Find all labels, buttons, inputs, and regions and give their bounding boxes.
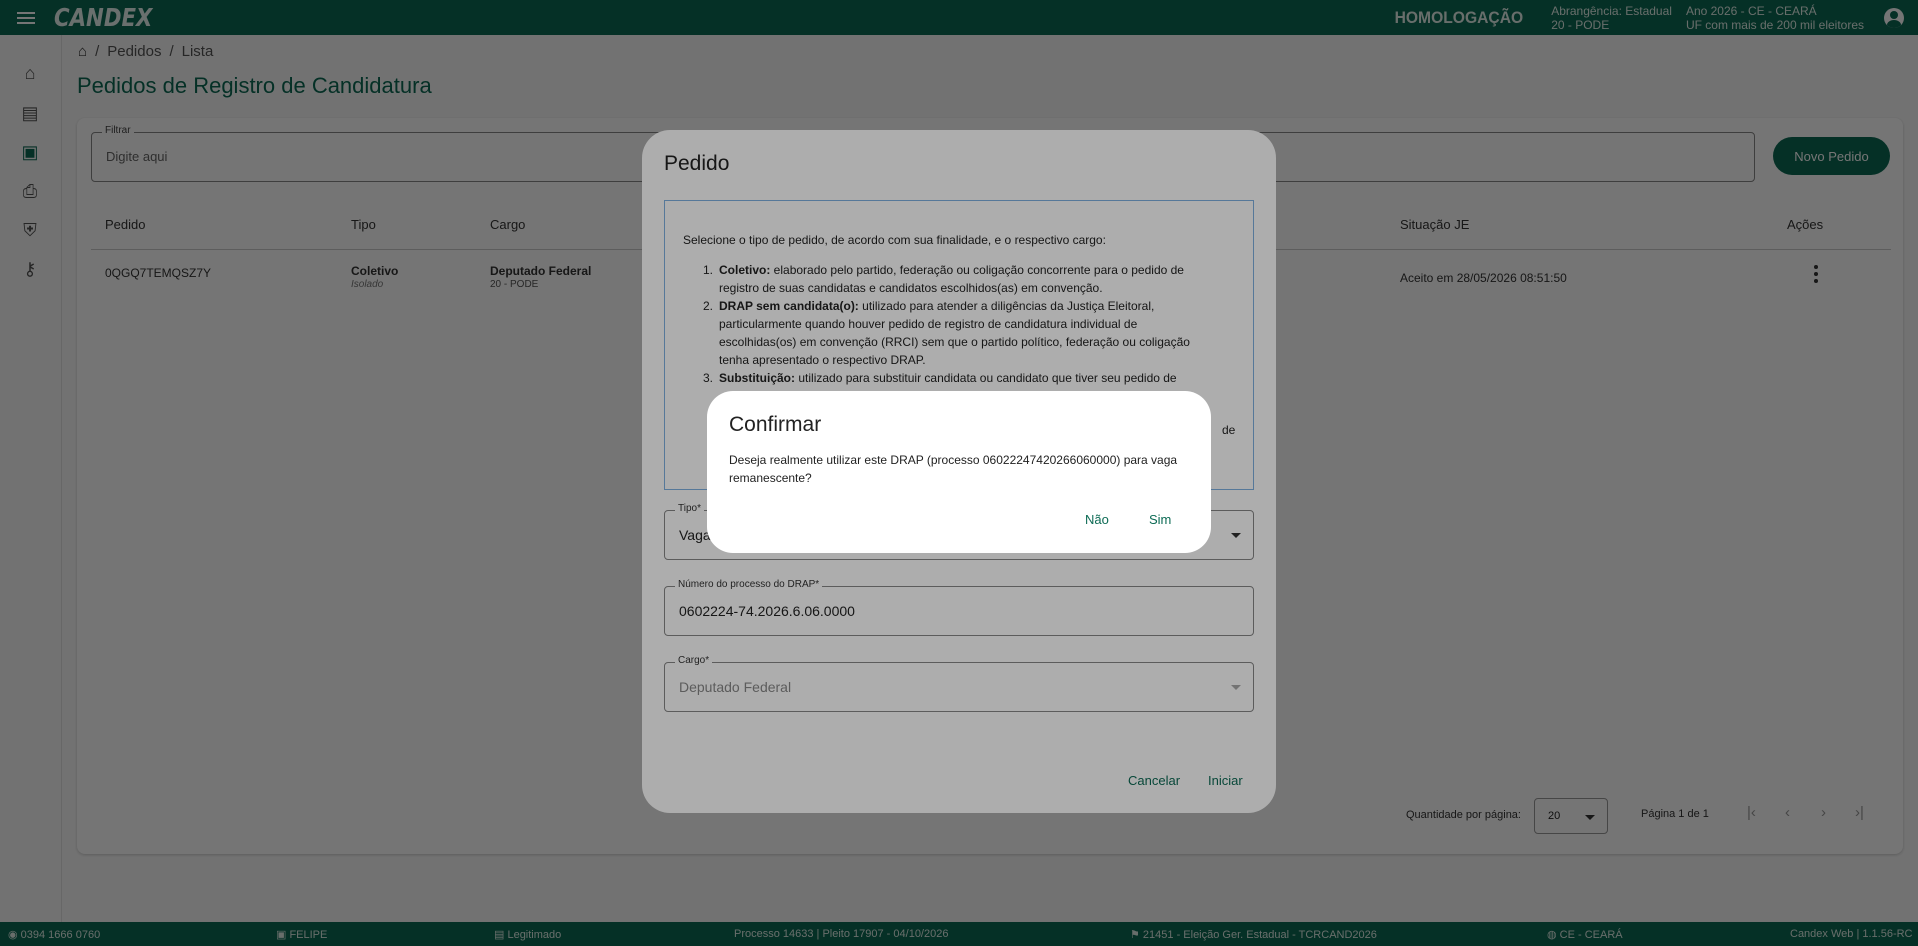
yes-button[interactable]: Sim	[1149, 512, 1171, 527]
confirm-dialog: Confirmar Deseja realmente utilizar este…	[707, 391, 1211, 553]
confirm-title: Confirmar	[729, 413, 822, 436]
no-button[interactable]: Não	[1085, 512, 1109, 527]
confirm-message: Deseja realmente utilizar este DRAP (pro…	[729, 453, 1178, 485]
